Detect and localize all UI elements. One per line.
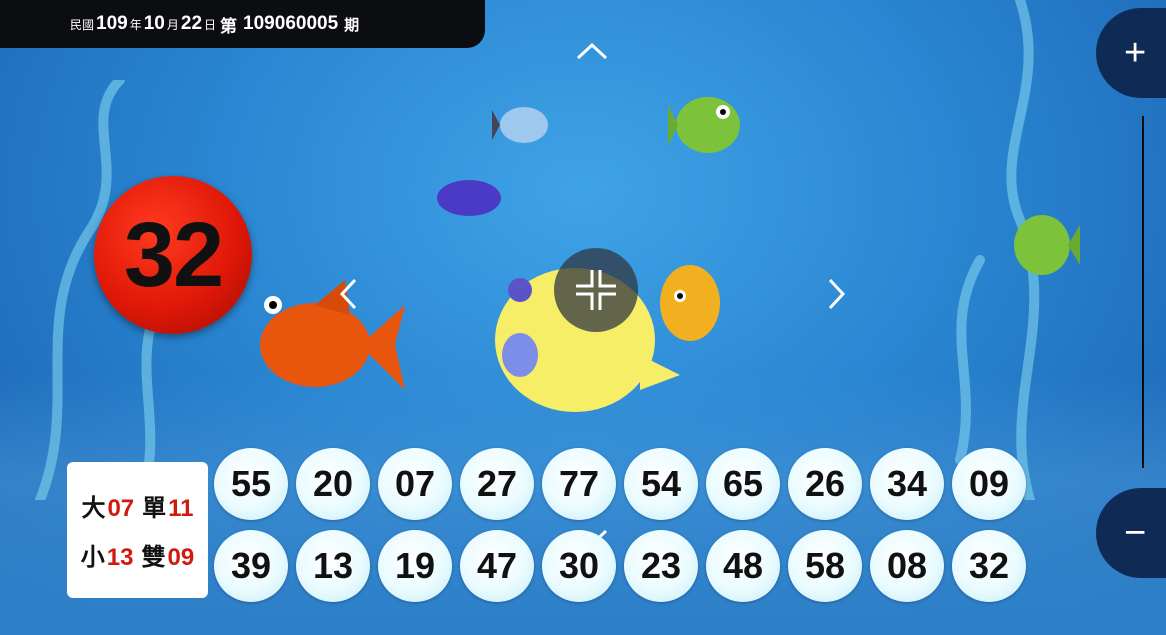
drawn-ball: 13 (296, 530, 370, 602)
drawn-ball: 48 (706, 530, 780, 602)
drawn-ball: 47 (460, 530, 534, 602)
game-stage: 民國 109 年 10 月 22 日 第 109060005 期 32 + − (0, 0, 1166, 635)
draw-info-header: 民國 109 年 10 月 22 日 第 109060005 期 (0, 0, 485, 48)
big-label: 大 (81, 495, 106, 522)
odd-label: 單 (142, 495, 167, 522)
day-value: 22 (180, 13, 203, 34)
plus-icon: + (1124, 31, 1147, 74)
minus-icon: − (1124, 511, 1147, 554)
drawn-ball: 65 (706, 448, 780, 520)
drawn-ball: 54 (624, 448, 698, 520)
purple-fish (437, 180, 501, 216)
yellow-fish (660, 265, 720, 341)
small-label: 小 (80, 544, 105, 571)
big-count: 07 (107, 495, 135, 522)
drawn-balls-grid: 55 20 07 27 77 54 65 26 34 09 39 13 19 4… (214, 448, 1034, 602)
drawn-ball: 39 (214, 530, 288, 602)
drawn-ball: 26 (788, 448, 862, 520)
drawn-ball: 27 (460, 448, 534, 520)
era-label: 民國 (70, 17, 95, 32)
recenter-button[interactable] (554, 248, 638, 332)
year-value: 109 (96, 13, 128, 34)
drawn-ball: 32 (952, 530, 1026, 602)
draw-suffix: 期 (344, 16, 360, 34)
drawn-ball: 08 (870, 530, 944, 602)
draw-prefix: 第 (220, 16, 238, 36)
day-unit: 日 (204, 17, 217, 32)
draw-number: 109060005 (243, 13, 339, 34)
year-unit: 年 (129, 17, 142, 32)
odd-count: 11 (168, 495, 194, 522)
even-count: 09 (167, 544, 195, 571)
drawn-ball: 19 (378, 530, 452, 602)
chevron-left-icon[interactable] (337, 276, 359, 312)
current-ball: 32 (94, 176, 252, 334)
drawn-ball: 30 (542, 530, 616, 602)
drawn-ball: 23 (624, 530, 698, 602)
chevron-up-icon[interactable] (574, 40, 610, 62)
even-label: 雙 (141, 544, 166, 571)
drawn-ball: 77 (542, 448, 616, 520)
green-fish (668, 97, 740, 153)
small-count: 13 (106, 544, 134, 571)
month-value: 10 (143, 13, 165, 34)
stats-row-big-odd: 大 07 單 11 (81, 488, 193, 523)
move-cross-icon (576, 270, 616, 310)
striped-fish (492, 107, 548, 143)
chevron-right-icon[interactable] (826, 276, 848, 312)
stats-panel: 大 07 單 11 小 13 雙 09 (67, 462, 208, 598)
drawn-ball: 07 (378, 448, 452, 520)
drawn-ball: 09 (952, 448, 1026, 520)
month-unit: 月 (166, 17, 179, 32)
zoom-slider-track[interactable] (1142, 116, 1144, 468)
current-ball-number: 32 (123, 203, 224, 306)
stats-row-small-even: 小 13 雙 09 (81, 537, 194, 572)
orange-fish (260, 280, 405, 390)
drawn-ball: 20 (296, 448, 370, 520)
green-fish-right (1014, 215, 1080, 275)
drawn-ball: 34 (870, 448, 944, 520)
drawn-ball: 58 (788, 530, 862, 602)
drawn-ball: 55 (214, 448, 288, 520)
